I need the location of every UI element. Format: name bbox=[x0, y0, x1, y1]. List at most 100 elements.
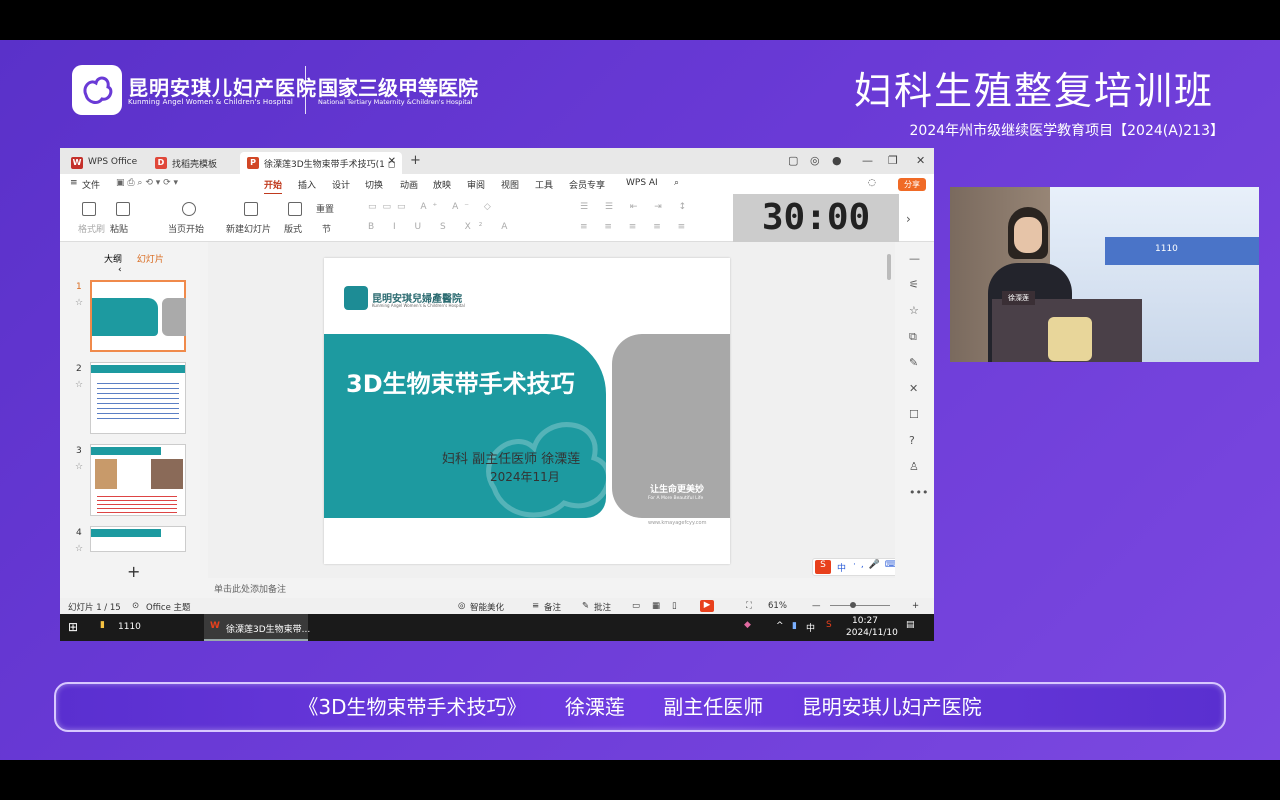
new-slide-icon[interactable] bbox=[244, 202, 258, 216]
tray-sogou-icon[interactable]: S bbox=[826, 620, 832, 630]
slide-thumb-4[interactable] bbox=[90, 526, 186, 552]
tray-lock-icon[interactable]: ▮ bbox=[792, 621, 797, 631]
tab-presentation[interactable]: P 徐溧莲3D生物束带手术技巧(1 ◻ ✕ bbox=[240, 152, 402, 174]
new-tab-button[interactable]: + bbox=[410, 153, 421, 168]
menu-slideshow[interactable]: 放映 bbox=[433, 178, 451, 191]
slide-thumb-2[interactable] bbox=[90, 362, 186, 434]
maximize-icon[interactable]: ❐ bbox=[888, 154, 898, 167]
slide-thumb-1[interactable] bbox=[90, 280, 186, 352]
shirt-icon[interactable]: ♙ bbox=[909, 460, 919, 473]
restore-icon[interactable]: ▢ bbox=[788, 154, 798, 167]
star-icon[interactable]: ☆ bbox=[75, 380, 83, 390]
help-icon[interactable]: ? bbox=[909, 434, 915, 447]
smart-beautify[interactable]: 智能美化 bbox=[470, 601, 504, 613]
menu-icon[interactable]: ≡ bbox=[70, 178, 78, 188]
format-painter-icon[interactable] bbox=[82, 202, 96, 216]
notification-icon[interactable]: ▤ bbox=[906, 620, 915, 630]
theme-name[interactable]: Office 主题 bbox=[146, 601, 191, 613]
transform-icon[interactable]: ⧉ bbox=[909, 330, 917, 344]
menu-transition[interactable]: 切换 bbox=[365, 178, 383, 191]
search-icon[interactable]: ⌕ bbox=[674, 178, 679, 188]
tray-chevron-icon[interactable]: ^ bbox=[776, 621, 784, 631]
play-from-start[interactable]: 当页开始 bbox=[168, 222, 204, 235]
more-icon[interactable]: ••• bbox=[909, 486, 928, 499]
star-icon[interactable]: ☆ bbox=[75, 298, 83, 308]
book-icon[interactable]: ☐ bbox=[909, 408, 919, 421]
slides-tab[interactable]: 幻灯片 bbox=[137, 255, 164, 265]
sogou-icon[interactable]: S bbox=[815, 560, 831, 574]
folder-icon[interactable]: ▮ bbox=[100, 620, 105, 630]
zoom-slider[interactable] bbox=[830, 605, 890, 606]
cube-icon[interactable]: ◎ bbox=[810, 154, 820, 167]
notes-field[interactable]: 单击此处添加备注 bbox=[208, 578, 895, 598]
font-controls[interactable]: ▭▭▭ A⁺ A⁻ ◇ bbox=[368, 202, 497, 212]
ribbon-scroll-right-icon[interactable]: › bbox=[906, 212, 911, 226]
share-button[interactable]: 分享 bbox=[898, 178, 926, 191]
tools-icon[interactable]: ✕ bbox=[909, 382, 918, 395]
menu-animation[interactable]: 动画 bbox=[400, 178, 418, 191]
vertical-scrollbar[interactable] bbox=[887, 254, 891, 280]
view-grid-icon[interactable]: ▦ bbox=[652, 601, 660, 611]
comments-icon[interactable]: ✎ bbox=[582, 601, 589, 611]
tray-ime-label[interactable]: 中 bbox=[806, 621, 815, 634]
new-slide-label[interactable]: 新建幻灯片 bbox=[226, 222, 271, 235]
paste-label[interactable]: 粘贴 bbox=[110, 222, 128, 235]
outline-tab[interactable]: 大纲 bbox=[104, 255, 122, 265]
star-tool-icon[interactable]: ☆ bbox=[909, 304, 919, 317]
menu-wps-ai[interactable]: WPS AI bbox=[626, 178, 658, 188]
view-reading-icon[interactable]: ▯ bbox=[672, 601, 677, 611]
collapse-icon[interactable]: — bbox=[909, 252, 920, 265]
ime-language[interactable]: 中 bbox=[837, 561, 846, 574]
taskbar-folder[interactable]: 1110 bbox=[118, 622, 141, 632]
paragraph-controls[interactable]: ☰ ☰ ⇤ ⇥ ↕ bbox=[580, 202, 693, 212]
beautify-icon[interactable]: ◎ bbox=[458, 601, 465, 611]
menu-file[interactable]: 文件 bbox=[82, 178, 100, 191]
menu-view[interactable]: 视图 bbox=[501, 178, 519, 191]
menu-home[interactable]: 开始 bbox=[264, 178, 283, 195]
close-window-icon[interactable]: ✕ bbox=[916, 154, 925, 167]
menu-insert[interactable]: 插入 bbox=[298, 178, 316, 191]
quick-access-icons[interactable]: ▣ ⎙ ⌕ ⟲ ▾ ⟳ ▾ bbox=[116, 178, 178, 188]
section-label[interactable]: 节 bbox=[322, 222, 331, 235]
text-format-icons[interactable]: B I U S X² A bbox=[368, 222, 515, 232]
windows-start-icon[interactable]: ⊞ bbox=[68, 620, 78, 634]
play-icon[interactable] bbox=[182, 202, 196, 216]
zoom-out-icon[interactable]: — bbox=[812, 601, 821, 611]
notes-toggle[interactable]: 备注 bbox=[544, 601, 561, 613]
layout-icon[interactable] bbox=[288, 202, 302, 216]
zoom-in-icon[interactable]: + bbox=[912, 601, 919, 611]
view-normal-icon[interactable]: ▭ bbox=[632, 601, 640, 611]
menu-member[interactable]: 会员专享 bbox=[569, 178, 605, 191]
tab-template[interactable]: D 找稻壳模板 bbox=[148, 152, 238, 174]
comments-toggle[interactable]: 批注 bbox=[594, 601, 611, 613]
play-slideshow-icon[interactable]: ▶ bbox=[700, 600, 714, 612]
minimize-icon[interactable]: — bbox=[862, 154, 873, 167]
menu-review[interactable]: 审阅 bbox=[467, 178, 485, 191]
menu-tools[interactable]: 工具 bbox=[535, 178, 553, 191]
comment-icon[interactable]: ◌ bbox=[868, 178, 876, 188]
add-slide-button[interactable]: + bbox=[127, 562, 140, 581]
tab-wps-office[interactable]: W WPS Office bbox=[64, 152, 146, 174]
settings-icon[interactable]: ⚟ bbox=[909, 278, 919, 291]
avatar-icon[interactable]: ● bbox=[832, 154, 842, 167]
format-painter-label[interactable]: 格式刷 bbox=[78, 222, 105, 235]
paste-icon[interactable] bbox=[116, 202, 130, 216]
tray-app-icon[interactable]: ◆ bbox=[744, 620, 751, 630]
collapse-pane-icon[interactable]: ‹ bbox=[118, 265, 122, 275]
taskbar-app-label[interactable]: 徐溧莲3D生物束带... bbox=[226, 622, 310, 635]
current-slide[interactable]: 昆明安琪兒婦產醫院 Kunming Angel Women's & Childr… bbox=[324, 258, 730, 564]
zoom-level[interactable]: 61% bbox=[768, 601, 787, 611]
notes-icon[interactable]: ≡ bbox=[532, 601, 539, 611]
close-tab-icon[interactable]: ✕ bbox=[388, 156, 396, 167]
star-icon[interactable]: ☆ bbox=[75, 544, 83, 554]
edit-icon[interactable]: ✎ bbox=[909, 356, 918, 369]
reset-label[interactable]: 重置 bbox=[316, 202, 334, 215]
fit-icon[interactable]: ⛶ bbox=[746, 601, 752, 611]
zoom-slider-handle[interactable] bbox=[850, 602, 856, 608]
slide-thumb-3[interactable] bbox=[90, 444, 186, 516]
menu-design[interactable]: 设计 bbox=[332, 178, 350, 191]
star-icon[interactable]: ☆ bbox=[75, 462, 83, 472]
layout-label[interactable]: 版式 bbox=[284, 222, 302, 235]
align-icons[interactable]: ≡ ≡ ≡ ≡ ≡ bbox=[580, 222, 692, 232]
hospital-name-en: Kunming Angel Women & Children's Hospita… bbox=[128, 98, 294, 106]
